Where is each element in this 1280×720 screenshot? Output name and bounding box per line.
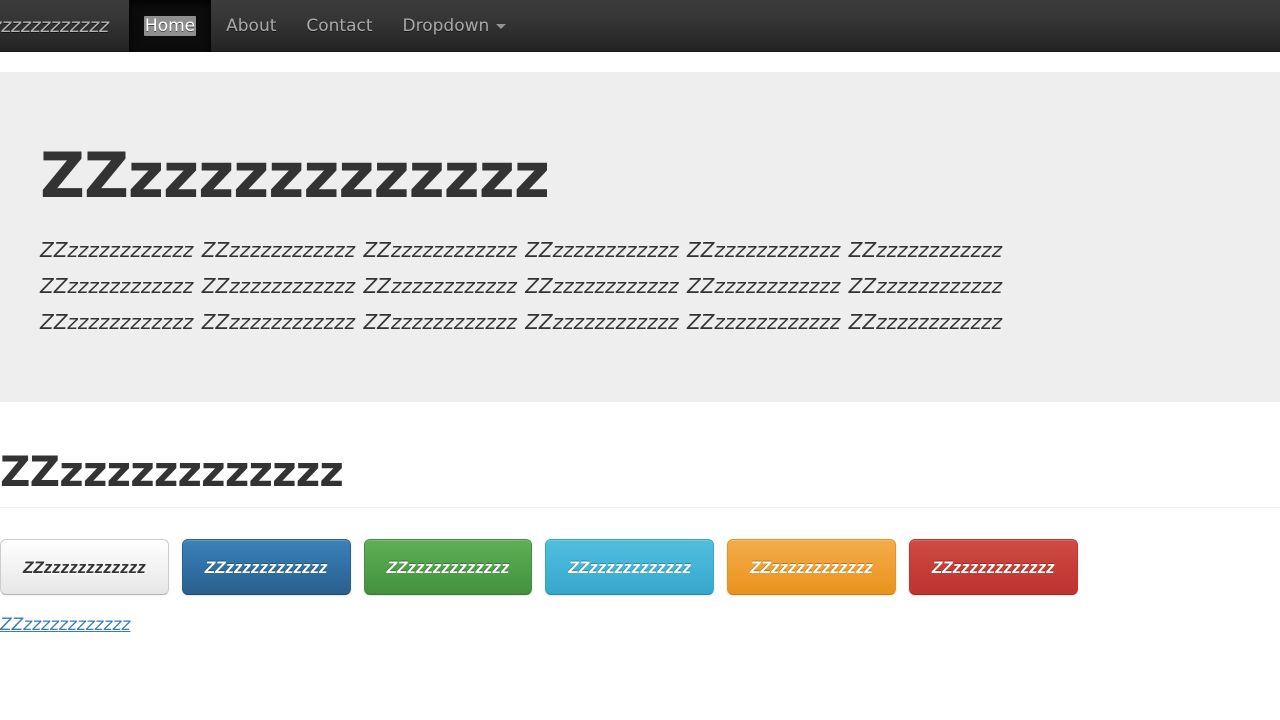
main-container: ZZzzzzzzzzzzzz ZZzzzzzzzzzzzz ZZzzzzzzzz… xyxy=(0,402,1280,635)
nav-link-dropdown-label: Dropdown xyxy=(402,16,490,36)
page-header: ZZzzzzzzzzzzzz xyxy=(0,402,1280,508)
navbar-jumbotron-spacer xyxy=(0,52,1280,72)
button-default[interactable]: ZZzzzzzzzzzzzz xyxy=(0,539,169,595)
nav-item-contact[interactable]: Contact xyxy=(291,0,387,52)
chevron-down-icon xyxy=(496,23,507,29)
nav-link-home[interactable]: Home xyxy=(129,0,211,52)
jumbotron-heading: ZZzzzzzzzzzzzz xyxy=(40,139,550,212)
button-success[interactable]: ZZzzzzzzzzzzzz xyxy=(363,539,533,595)
footer-link-row: ZZzzzzzzzzzzzz xyxy=(0,595,1280,635)
nav-link-contact[interactable]: Contact xyxy=(291,0,387,52)
jumbotron: ZZzzzzzzzzzzzz ZZzzzzzzzzzzzz ZZzzzzzzzz… xyxy=(0,72,1280,402)
nav-item-about[interactable]: About xyxy=(211,0,291,52)
button-row: ZZzzzzzzzzzzzz ZZzzzzzzzzzzzz ZZzzzzzzzz… xyxy=(0,530,1280,595)
button-danger[interactable]: ZZzzzzzzzzzzzz xyxy=(908,539,1078,595)
scrolled-page-content: ZZzzzzzzzzzzzz Home About Contact Dropdo… xyxy=(0,0,1280,635)
navbar-brand[interactable]: ZZzzzzzzzzzzzz xyxy=(0,0,129,52)
page-viewport: ZZzzzzzzzzzzzz Home About Contact Dropdo… xyxy=(0,0,1280,720)
page-title: ZZzzzzzzzzzzzz xyxy=(0,447,344,496)
jumbotron-lead: ZZzzzzzzzzzzzz ZZzzzzzzzzzzzz ZZzzzzzzzz… xyxy=(40,238,1003,334)
footer-link[interactable]: ZZzzzzzzzzzzzz xyxy=(0,615,130,635)
nav-item-dropdown[interactable]: Dropdown xyxy=(388,0,522,52)
navbar: ZZzzzzzzzzzzzz Home About Contact Dropdo… xyxy=(0,0,1280,52)
nav-link-dropdown[interactable]: Dropdown xyxy=(388,0,522,52)
nav-item-home[interactable]: Home xyxy=(128,0,212,52)
nav-link-about[interactable]: About xyxy=(211,0,291,52)
button-primary[interactable]: ZZzzzzzzzzzzzz xyxy=(181,539,351,595)
nav-link-home-label: Home xyxy=(143,16,197,36)
button-info[interactable]: ZZzzzzzzzzzzzz xyxy=(545,539,715,595)
button-warning[interactable]: ZZzzzzzzzzzzzz xyxy=(727,539,896,595)
navbar-inner: ZZzzzzzzzzzzzz Home About Contact Dropdo… xyxy=(0,0,521,52)
navbar-nav: Home About Contact Dropdown xyxy=(128,0,522,52)
